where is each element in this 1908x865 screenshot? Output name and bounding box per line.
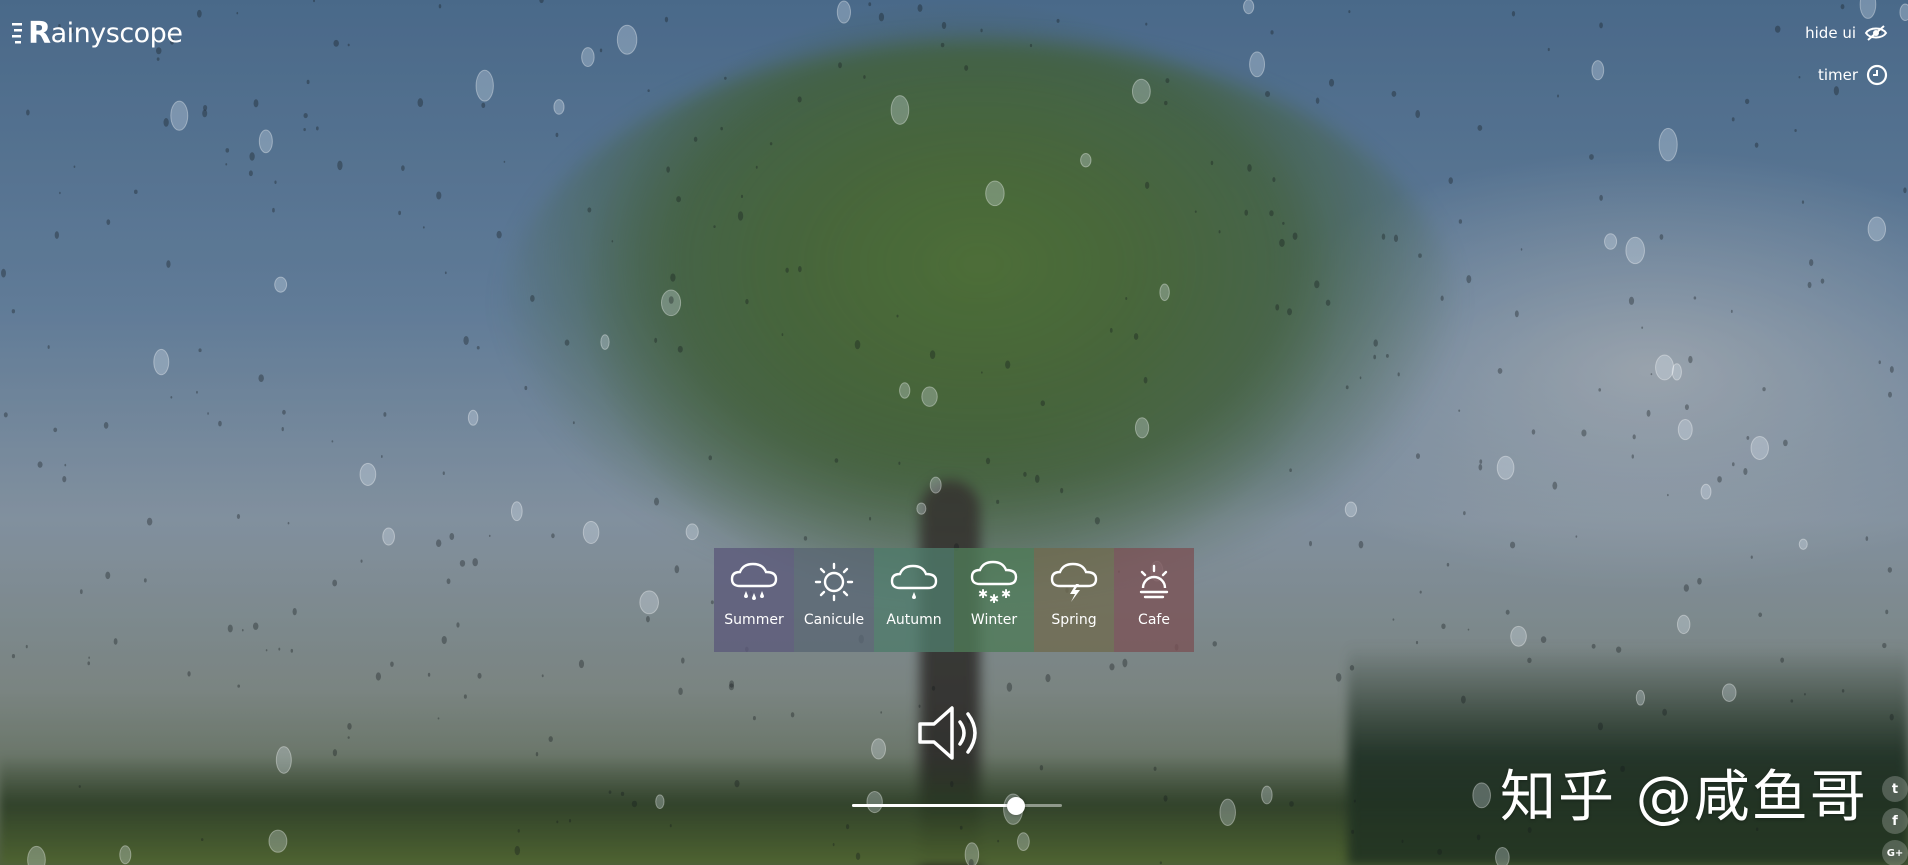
volume-knob[interactable] — [1006, 797, 1025, 815]
season-label: Spring — [1051, 612, 1097, 628]
eye-hidden-icon — [1864, 25, 1888, 41]
facebook-icon[interactable]: f — [1882, 808, 1908, 834]
svg-text:✱: ✱ — [1001, 587, 1011, 601]
rain-cloud-icon — [730, 562, 778, 600]
twitter-icon[interactable]: t — [1882, 776, 1908, 802]
season-label: Autumn — [886, 612, 942, 628]
season-autumn[interactable]: Autumn — [874, 548, 954, 652]
volume-fill — [852, 804, 1016, 807]
season-canicule[interactable]: Canicule — [794, 548, 874, 652]
snow-cloud-icon: ✱ ✱ ✱ — [970, 560, 1018, 604]
season-label: Summer — [724, 612, 784, 628]
timer-label: timer — [1817, 66, 1858, 84]
rain-scene-background: R ainyscope hide ui timer Summer Canicul… — [0, 0, 1908, 865]
sun-icon — [814, 562, 854, 602]
logo-initial: R — [28, 16, 51, 51]
storm-cloud-icon — [1050, 562, 1098, 602]
svg-text:✱: ✱ — [978, 587, 988, 601]
clock-icon — [1866, 64, 1888, 86]
google-plus-icon[interactable]: G+ — [1882, 840, 1908, 865]
hide-ui-label: hide ui — [1805, 24, 1856, 42]
drizzle-cloud-icon — [890, 564, 938, 599]
season-label: Winter — [970, 612, 1018, 628]
social-share-bar: t f G+ — [1882, 776, 1908, 865]
hide-ui-button[interactable]: hide ui — [1805, 24, 1888, 42]
season-spring[interactable]: Spring — [1034, 548, 1114, 652]
speaker-icon — [918, 706, 977, 760]
season-cafe[interactable]: Cafe — [1114, 548, 1194, 652]
svg-text:✱: ✱ — [989, 592, 999, 604]
logo-text: ainyscope — [50, 18, 183, 49]
season-label: Canicule — [803, 612, 865, 628]
app-logo[interactable]: R ainyscope — [12, 16, 183, 51]
season-summer[interactable]: Summer — [714, 548, 794, 652]
volume-slider[interactable] — [852, 797, 1062, 815]
season-winter[interactable]: ✱ ✱ ✱ Winter — [954, 548, 1034, 652]
top-controls: hide ui timer — [1805, 24, 1888, 86]
sunrise-icon — [1139, 564, 1169, 599]
season-selector: Summer Canicule Autumn ✱ ✱ ✱ Winter Spri… — [714, 548, 1194, 652]
watermark-text: 知乎 @咸鱼哥 — [1500, 765, 1868, 830]
season-label: Cafe — [1138, 612, 1170, 628]
timer-button[interactable]: timer — [1818, 64, 1888, 86]
sound-toggle-button[interactable] — [914, 700, 990, 766]
